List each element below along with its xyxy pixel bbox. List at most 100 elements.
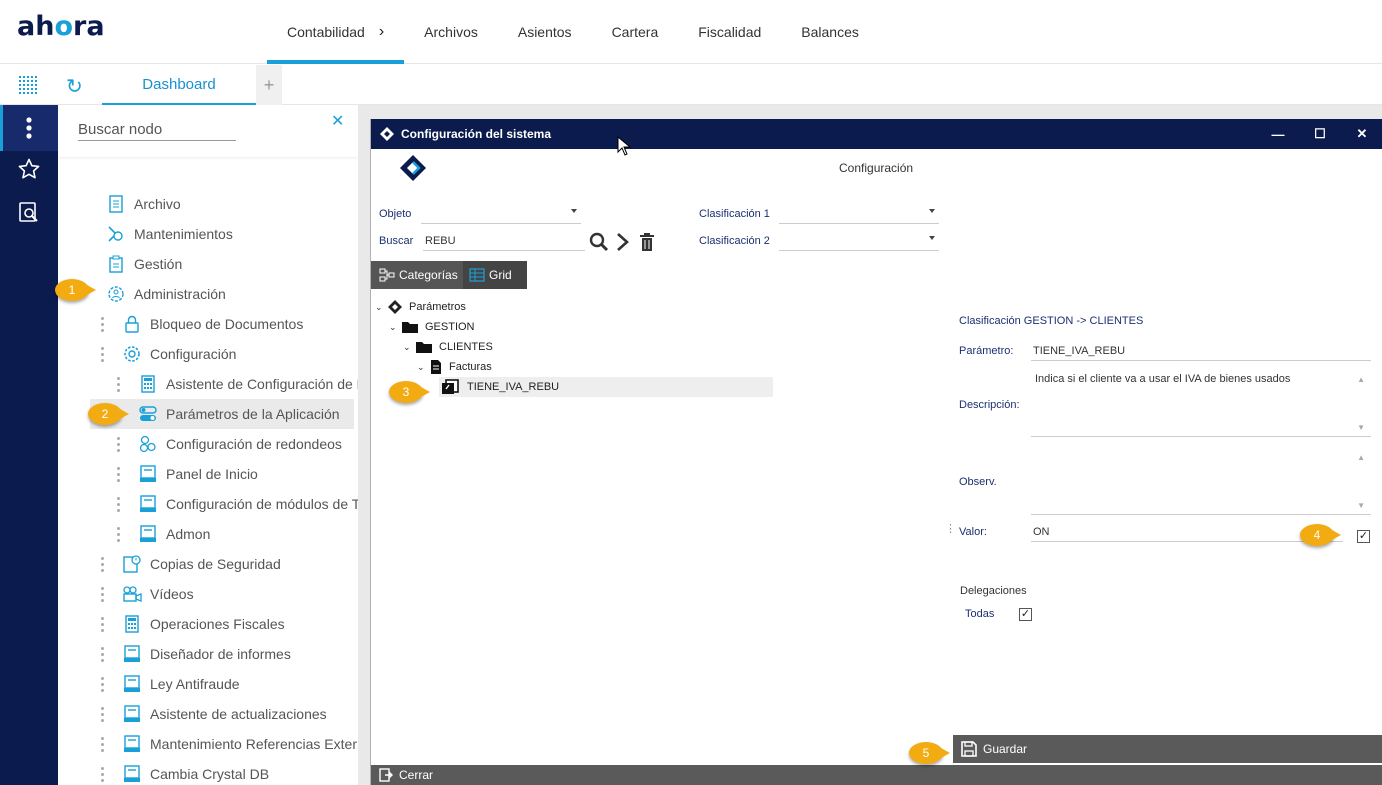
tree-item-bloqueo-documentos[interactable]: Bloqueo de Documentos xyxy=(122,309,303,339)
tree-item-label: Diseñador de informes xyxy=(150,646,291,662)
tree-item-cambia-crystal[interactable]: Cambia Crystal DB xyxy=(122,759,269,785)
descripcion-textarea[interactable]: Indica si el cliente va a usar el IVA de… xyxy=(1031,369,1371,437)
clasificacion2-label: Clasificación 2 xyxy=(699,235,770,247)
drag-handle-icon[interactable] xyxy=(100,737,104,753)
valor-checkbox[interactable]: ✓ xyxy=(1357,530,1370,543)
tree-item-configuracion-modulos[interactable]: Configuración de módulos de Tec xyxy=(138,489,358,519)
tree-item-ley-antifraude[interactable]: Ley Antifraude xyxy=(122,669,240,699)
dialog-tree-node-parametros[interactable]: ⌄ Parámetros xyxy=(375,297,466,317)
add-tab-button[interactable]: + xyxy=(256,65,282,105)
app-window: ahora Contabilidad › Archivos Asientos C… xyxy=(0,0,1382,785)
buscar-input[interactable]: REBU xyxy=(423,231,585,251)
drag-handle-icon[interactable] xyxy=(100,617,104,633)
tree-item-asistente-actualizaciones[interactable]: Asistente de actualizaciones xyxy=(122,699,327,729)
nav-asientos[interactable]: Asientos xyxy=(498,0,592,64)
table-grid-icon xyxy=(469,268,485,282)
nav-contabilidad[interactable]: Contabilidad › xyxy=(267,0,405,64)
drag-handle-icon[interactable] xyxy=(100,317,104,333)
scroll-up-icon[interactable]: ▲ xyxy=(1357,453,1365,462)
tree-item-label: Vídeos xyxy=(150,586,194,602)
drag-handle-icon[interactable] xyxy=(116,377,120,393)
close-button[interactable]: ✕ xyxy=(1347,119,1377,149)
drag-handle-icon[interactable] xyxy=(100,647,104,663)
maximize-button[interactable]: ☐ xyxy=(1305,119,1335,149)
clipboard-icon xyxy=(106,254,126,274)
observ-textarea[interactable]: ▲ ▼ xyxy=(1031,447,1371,515)
clasificacion2-select[interactable] xyxy=(779,231,939,251)
backup-icon xyxy=(122,554,142,574)
tab-grid[interactable]: Grid xyxy=(463,261,527,289)
more-menu-icon[interactable] xyxy=(0,105,58,151)
tab-dashboard[interactable]: Dashboard xyxy=(102,65,256,105)
tree-node-label: TIENE_IVA_REBU xyxy=(467,381,560,393)
tree-item-disenador-informes[interactable]: Diseñador de informes xyxy=(122,639,291,669)
tree-item-label: Configuración de redondeos xyxy=(166,436,342,452)
drag-handle-icon[interactable] xyxy=(116,527,120,543)
valor-field[interactable]: ON xyxy=(1031,522,1343,542)
tree-item-asistente-configuracion[interactable]: Asistente de Configuración de Er xyxy=(138,369,358,399)
chevron-down-icon xyxy=(929,236,935,240)
tree-item-copias-seguridad[interactable]: Copias de Seguridad xyxy=(122,549,281,579)
dialog-tree-node-facturas[interactable]: ⌄ Facturas xyxy=(417,357,492,377)
dialog-titlebar[interactable]: Configuración del sistema — ☐ ✕ xyxy=(371,119,1382,149)
tree-item-operaciones-fiscales[interactable]: Operaciones Fiscales xyxy=(122,609,285,639)
parametro-field[interactable]: TIENE_IVA_REBU xyxy=(1031,341,1371,361)
dialog-tree-node-tiene-iva-rebu[interactable]: TIENE_IVA_REBU xyxy=(439,377,773,397)
tree-item-panel-inicio[interactable]: Panel de Inicio xyxy=(138,459,258,489)
form-icon xyxy=(122,734,142,754)
tab-categorias[interactable]: Categorías xyxy=(379,261,458,289)
app-logo[interactable]: ahora xyxy=(17,11,105,42)
clasificacion1-select[interactable] xyxy=(779,204,939,224)
detail-heading: Clasificación GESTION -> CLIENTES xyxy=(959,315,1144,327)
drag-handle-icon[interactable] xyxy=(100,557,104,573)
tree-item-mantenimientos[interactable]: Mantenimientos xyxy=(106,219,233,249)
tree-item-archivo[interactable]: Archivo xyxy=(106,189,181,219)
drag-handle-icon[interactable] xyxy=(116,497,120,513)
nav-balances[interactable]: Balances xyxy=(781,0,879,64)
dialog-tree-node-gestion[interactable]: ⌄ GESTION xyxy=(389,317,475,337)
next-arrow-icon[interactable] xyxy=(615,232,631,252)
tree-item-gestion[interactable]: Gestión xyxy=(106,249,182,279)
todas-checkbox[interactable]: ✓ xyxy=(1019,608,1032,621)
drag-handle-icon[interactable] xyxy=(116,467,120,483)
scroll-down-icon[interactable]: ▼ xyxy=(1357,423,1365,432)
callout-marker: 1 xyxy=(55,279,96,301)
tree-item-configuracion[interactable]: Configuración xyxy=(122,339,236,369)
check-icon: ✓ xyxy=(1358,530,1369,542)
trash-icon[interactable] xyxy=(639,232,655,252)
refresh-icon[interactable]: ↻ xyxy=(66,74,83,99)
drag-handle-icon[interactable] xyxy=(100,707,104,723)
tree-search-input[interactable] xyxy=(78,121,236,141)
callout-marker: 4 xyxy=(1300,524,1341,546)
tree-item-referencias-externas[interactable]: Mantenimiento Referencias Externa xyxy=(122,729,358,759)
scroll-up-icon[interactable]: ▲ xyxy=(1357,375,1365,384)
drag-handle-icon[interactable] xyxy=(100,587,104,603)
scroll-down-icon[interactable]: ▼ xyxy=(1357,501,1365,510)
search-icon[interactable] xyxy=(589,232,609,252)
drag-handle-icon[interactable] xyxy=(100,347,104,363)
tree-item-label: Bloqueo de Documentos xyxy=(150,316,304,332)
tree-item-videos[interactable]: Vídeos xyxy=(122,579,194,609)
drag-handle-icon[interactable] xyxy=(100,767,104,783)
tree-item-label: Admon xyxy=(166,526,211,542)
minimize-button[interactable]: — xyxy=(1263,119,1293,149)
dialog-tree-node-clientes[interactable]: ⌄ CLIENTES xyxy=(403,337,493,357)
drag-handle-icon[interactable] xyxy=(116,437,120,453)
drag-handle-icon[interactable] xyxy=(100,677,104,693)
nav-fiscalidad[interactable]: Fiscalidad xyxy=(678,0,781,64)
cerrar-button[interactable]: Cerrar xyxy=(371,765,1382,785)
search-document-icon[interactable] xyxy=(0,200,58,224)
splitter-handle-icon[interactable]: ⋮ xyxy=(945,522,956,535)
nav-archivos[interactable]: Archivos xyxy=(404,0,498,64)
tree-item-parametros-aplicacion[interactable]: Parámetros de la Aplicación xyxy=(90,399,354,429)
close-icon[interactable]: ✕ xyxy=(331,111,344,131)
objeto-select[interactable] xyxy=(421,204,581,224)
star-icon[interactable] xyxy=(0,157,58,181)
tree-item-administracion[interactable]: Administración xyxy=(106,279,226,309)
apps-grid-icon[interactable] xyxy=(18,75,38,95)
tree-item-configuracion-redondeos[interactable]: Configuración de redondeos xyxy=(138,429,342,459)
tree-item-admon[interactable]: Admon xyxy=(138,519,210,549)
guardar-button[interactable]: Guardar xyxy=(953,735,1382,763)
chevron-down-icon: ⌄ xyxy=(375,301,383,312)
nav-cartera[interactable]: Cartera xyxy=(592,0,679,64)
